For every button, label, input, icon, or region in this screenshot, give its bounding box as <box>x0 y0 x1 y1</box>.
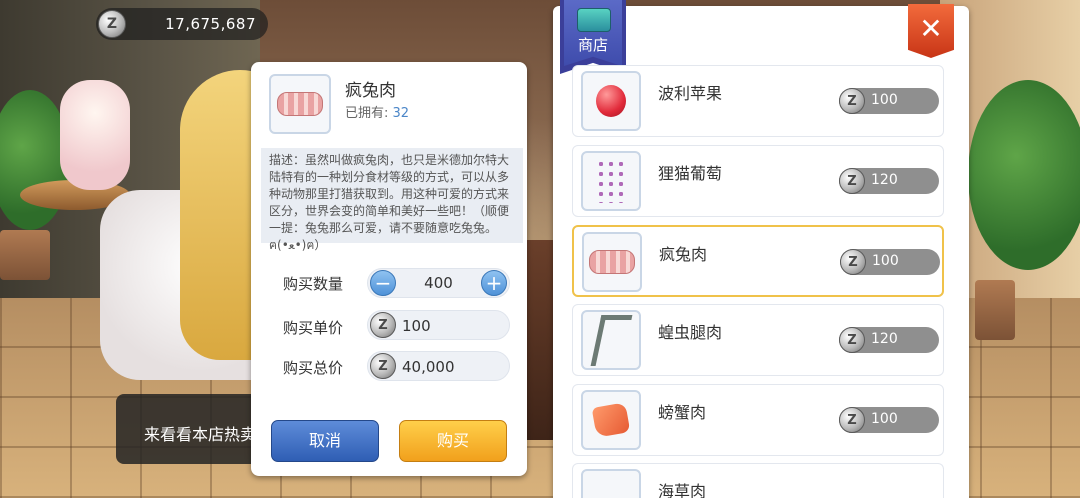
item-thumbnail <box>581 390 641 450</box>
shop-item-name: 螃蟹肉 <box>658 403 707 422</box>
grape-icon <box>596 159 626 203</box>
plant-right <box>968 80 1080 270</box>
purchase-item-thumbnail <box>269 74 331 134</box>
shop-item-price: Z 100 <box>840 249 940 275</box>
treasure-chest-icon <box>577 8 611 32</box>
shop-item-card[interactable]: 狸猫葡萄 Z 120 <box>572 145 944 217</box>
quantity-stepper: − 400 + <box>367 268 510 298</box>
crab-meat-icon <box>591 402 631 438</box>
total-price-value: 40,000 <box>402 358 455 376</box>
shop-item-price: Z 120 <box>839 168 939 194</box>
item-thumbnail <box>581 71 641 131</box>
total-price-field: Z 40,000 <box>367 351 510 381</box>
shop-item-price: Z 100 <box>839 88 939 114</box>
plus-icon[interactable]: + <box>481 270 507 296</box>
item-thumbnail <box>581 469 641 498</box>
cancel-button[interactable]: 取消 <box>271 420 379 462</box>
shop-item-name: 海草肉 <box>658 482 707 498</box>
shop-item-price: Z 120 <box>839 327 939 353</box>
purchase-dialog: 疯兔肉 已拥有: 32 描述：虽然叫做疯兔肉，也只是米德加尔特大陆特有的一种划分… <box>251 62 527 476</box>
zeny-coin-icon: Z <box>839 327 865 353</box>
purchase-item-name: 疯兔肉 <box>345 81 396 101</box>
zeny-coin-icon: Z <box>839 168 865 194</box>
unit-price-label: 购买单价 <box>283 319 344 337</box>
quantity-label: 购买数量 <box>283 275 344 293</box>
total-price-label: 购买总价 <box>283 359 344 377</box>
zeny-coin-icon: Z <box>840 249 866 275</box>
close-button[interactable]: ✕ <box>908 4 954 58</box>
shop-title-tag: 商店 <box>560 0 626 74</box>
item-thumbnail <box>581 151 641 211</box>
insect-leg-icon <box>590 314 632 366</box>
shop-item-name: 蝗虫腿肉 <box>658 323 723 342</box>
item-thumbnail <box>582 232 642 292</box>
unit-price-field: Z 100 <box>367 310 510 340</box>
buy-button[interactable]: 购买 <box>399 420 507 462</box>
item-description: 描述：虽然叫做疯兔肉，也只是米德加尔特大陆特有的一种划分食材等级的方式，可以从多… <box>261 148 523 252</box>
zeny-coin-icon: Z <box>839 88 865 114</box>
meat-icon <box>589 250 635 274</box>
shop-item-card[interactable]: 螃蟹肉 Z 100 <box>572 384 944 456</box>
meat-icon <box>277 92 323 116</box>
hot-items-label: 来看看本店热卖 <box>144 425 257 444</box>
shop-item-name: 波利苹果 <box>658 84 723 103</box>
currency-amount: 17,675,687 <box>165 15 256 33</box>
zeny-coin-icon: Z <box>370 353 396 379</box>
shop-item-name: 狸猫葡萄 <box>658 164 723 183</box>
zeny-coin-icon: Z <box>839 407 865 433</box>
shop-item-card-selected[interactable]: 疯兔肉 Z 100 <box>572 225 944 297</box>
zeny-coin-icon: Z <box>98 10 126 38</box>
shop-item-name: 疯兔肉 <box>659 245 708 264</box>
shop-item-card[interactable]: 蝗虫腿肉 Z 120 <box>572 304 944 376</box>
zeny-coin-icon: Z <box>370 312 396 338</box>
owned-count: 已拥有: 32 <box>345 106 410 121</box>
item-thumbnail <box>581 310 641 370</box>
npc-character <box>60 80 130 190</box>
apple-icon <box>596 85 626 117</box>
currency-bar: Z 17,675,687 <box>96 8 268 40</box>
shop-item-price: Z 100 <box>839 407 939 433</box>
unit-price-value: 100 <box>402 317 431 335</box>
shop-item-card-partial[interactable]: 海草肉 <box>572 463 944 498</box>
shop-title: 商店 <box>577 36 608 54</box>
shop-item-card[interactable]: 波利苹果 Z 100 <box>572 65 944 137</box>
